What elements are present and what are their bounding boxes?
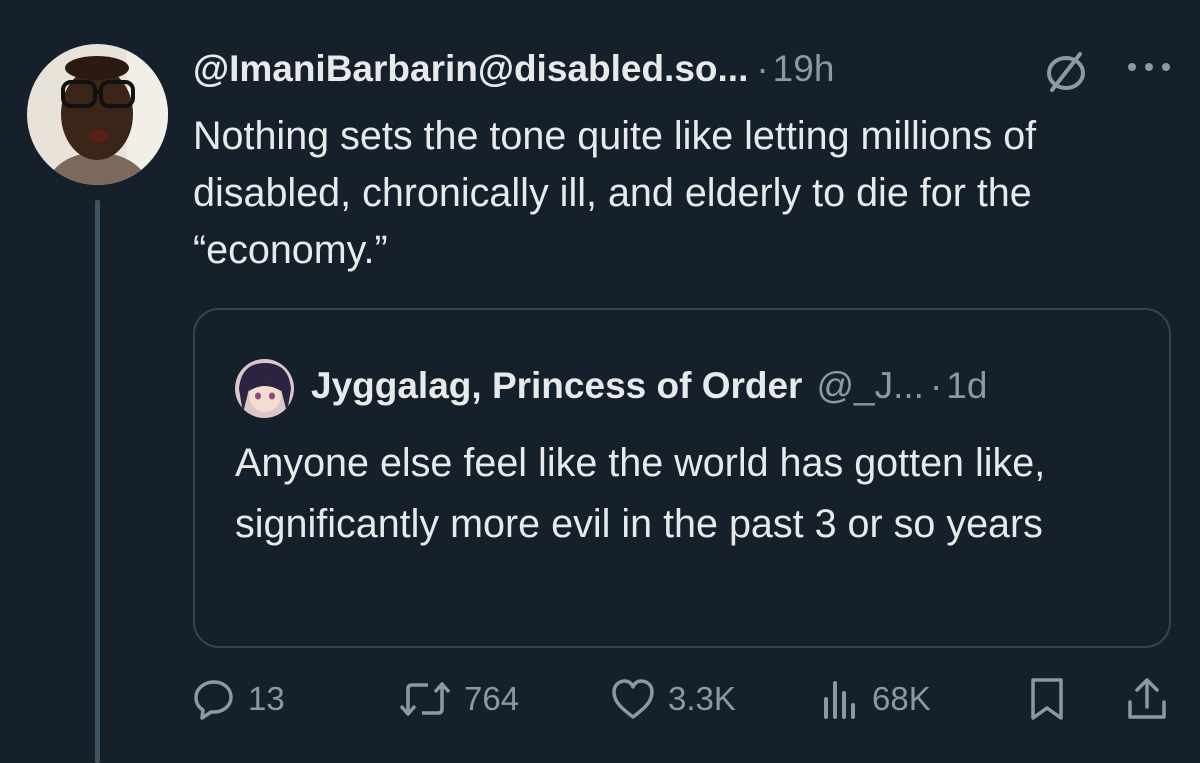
user-photo-avatar-icon <box>27 44 168 185</box>
circle-slash-icon[interactable] <box>1042 48 1090 94</box>
quoted-avatar[interactable] <box>235 359 294 418</box>
thread-line <box>95 200 100 763</box>
like-count: 3.3K <box>668 680 736 717</box>
retweet-icon <box>399 682 451 716</box>
share-button[interactable] <box>1125 675 1169 723</box>
author-handle[interactable]: @ImaniBarbarin@disabled.so... <box>193 48 748 90</box>
tweet-text: Nothing sets the tone quite like letting… <box>193 114 1037 272</box>
user-avatar[interactable] <box>27 44 168 185</box>
reply-icon <box>194 680 233 720</box>
reply-button[interactable]: 13 <box>192 675 285 723</box>
quoted-separator: · <box>929 365 943 406</box>
quoted-timestamp[interactable]: 1d <box>946 365 987 407</box>
like-button[interactable]: 3.3K <box>610 675 736 723</box>
quoted-author-name[interactable]: Jyggalag, Princess of Order <box>311 365 802 407</box>
views-icon <box>824 681 855 719</box>
quoted-header: Jyggalag, Princess of Order @_J... · 1d <box>311 356 987 416</box>
quoted-text: Anyone else feel like the world has gott… <box>235 441 1046 546</box>
reply-count: 13 <box>248 680 285 717</box>
tweet-timestamp[interactable]: 19h <box>773 48 835 90</box>
header-separator: · <box>756 48 769 89</box>
tweet-header: @ImaniBarbarin@disabled.so... · 19h <box>193 42 834 96</box>
like-icon <box>612 679 654 719</box>
quoted-author-handle[interactable]: @_J... <box>816 365 923 407</box>
share-icon <box>1128 678 1166 719</box>
quoted-tweet[interactable]: Jyggalag, Princess of Order @_J... · 1d … <box>193 308 1171 648</box>
more-icon[interactable] <box>1124 52 1174 82</box>
retweet-count: 764 <box>464 680 520 717</box>
bookmark-button[interactable] <box>1028 675 1066 723</box>
views-button[interactable]: 68K <box>820 675 931 723</box>
views-count: 68K <box>872 680 931 717</box>
bookmark-icon <box>1031 678 1063 720</box>
anime-avatar-icon <box>235 359 294 418</box>
retweet-button[interactable]: 764 <box>398 675 519 723</box>
